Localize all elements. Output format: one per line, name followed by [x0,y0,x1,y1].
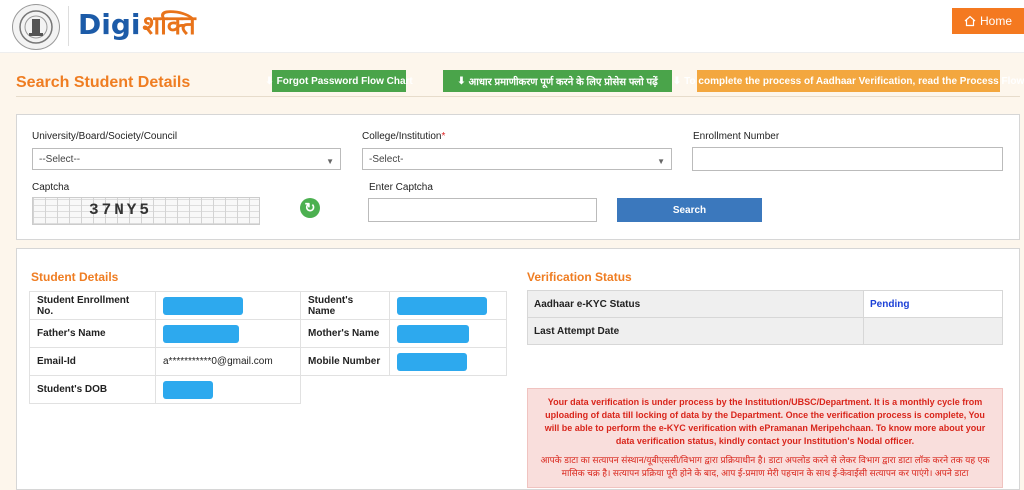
enrollment-label: Enrollment Number [693,131,780,142]
redaction-mask [397,324,469,343]
search-button[interactable]: Search [617,198,762,222]
captcha-image: 37NY5 [32,197,260,225]
refresh-captcha-icon[interactable]: ↻ [300,198,320,218]
download-icon: ⬇ [672,75,682,87]
student-name-value [389,291,507,320]
emblem-icon [19,10,53,44]
home-button[interactable]: Home [952,8,1024,34]
logo-hindi-text: शक्ति [142,11,196,41]
up-government-emblem [12,4,60,50]
notice-hindi-text: आपके डाटा का सत्यापन संस्थान/यूबीएससी/वि… [540,455,990,478]
redaction-mask [397,352,467,371]
ekyc-status-value: Pending [863,290,1003,318]
page-title: Search Student Details [16,74,191,91]
last-attempt-key: Last Attempt Date [527,317,864,345]
mobile-key: Mobile Number [300,347,390,376]
college-label: College/Institution* [362,131,446,142]
captcha-text: 37NY5 [89,201,153,219]
student-details-title: Student Details [31,270,119,284]
mobile-value [389,347,507,376]
title-divider [16,96,1020,97]
student-details-table: Student Enrollment No. Student's Name Fa… [29,291,507,404]
download-icon: ⬇ [457,75,466,87]
enrollment-input[interactable] [692,147,1003,171]
home-button-label: Home [979,14,1012,28]
header-divider [68,6,69,46]
email-key: Email-Id [29,347,156,376]
chevron-down-icon: ▼ [657,157,665,166]
digishakti-logo[interactable]: Digi शक्ति [78,6,196,42]
table-row: Last Attempt Date [527,317,1003,345]
enrollment-value [155,291,301,320]
header-bar: Digi शक्ति Home [0,0,1024,53]
aadhaar-process-flow-hindi-button[interactable]: ⬇ आधार प्रमाणीकरण पूर्ण करने के लिए प्रोस… [443,70,672,92]
mother-name-key: Mother's Name [300,319,390,348]
student-name-key: Student's Name [300,291,390,320]
verification-status-title: Verification Status [527,270,632,284]
table-row: Student Enrollment No. Student's Name [29,291,507,320]
college-select[interactable]: -Select- ▼ [362,148,672,170]
logo-digi-text: Digi [78,7,141,41]
enrollment-key: Student Enrollment No. [29,291,156,320]
father-name-value [155,319,301,348]
table-row: Email-Id a***********0@gmail.com Mobile … [29,347,507,376]
dob-value [155,375,301,404]
ekyc-status-key: Aadhaar e-KYC Status [527,290,864,318]
captcha-label: Captcha [32,182,70,193]
captcha-input[interactable] [368,198,597,222]
redaction-mask [163,324,239,343]
redaction-mask [397,296,487,315]
last-attempt-value [863,317,1003,345]
father-name-key: Father's Name [29,319,156,348]
home-icon [964,15,976,27]
chevron-down-icon: ▼ [326,157,334,166]
redaction-mask [163,296,243,315]
university-select[interactable]: --Select-- ▼ [32,148,341,170]
aadhaar-process-flow-english-button[interactable]: ⬇ To complete the process of Aadhaar Veri… [673,70,1024,92]
table-row: Aadhaar e-KYC Status Pending [527,290,1003,318]
redaction-mask [163,380,213,399]
forgot-password-flowchart-button[interactable]: ⬇ Forgot Password Flow Chart [265,70,413,92]
table-row: Student's DOB [29,375,507,404]
university-label: University/Board/Society/Council [32,131,178,142]
verification-notice: Your data verification is under process … [527,388,1003,488]
enter-captcha-label: Enter Captcha [369,182,433,193]
dob-key: Student's DOB [29,375,156,404]
download-icon: ⬇ [265,75,274,87]
verification-status-table: Aadhaar e-KYC Status Pending Last Attemp… [527,290,1003,345]
notice-english-text: Your data verification is under process … [544,397,986,446]
mother-name-value [389,319,507,348]
email-value: a***********0@gmail.com [155,347,301,376]
table-row: Father's Name Mother's Name [29,319,507,348]
